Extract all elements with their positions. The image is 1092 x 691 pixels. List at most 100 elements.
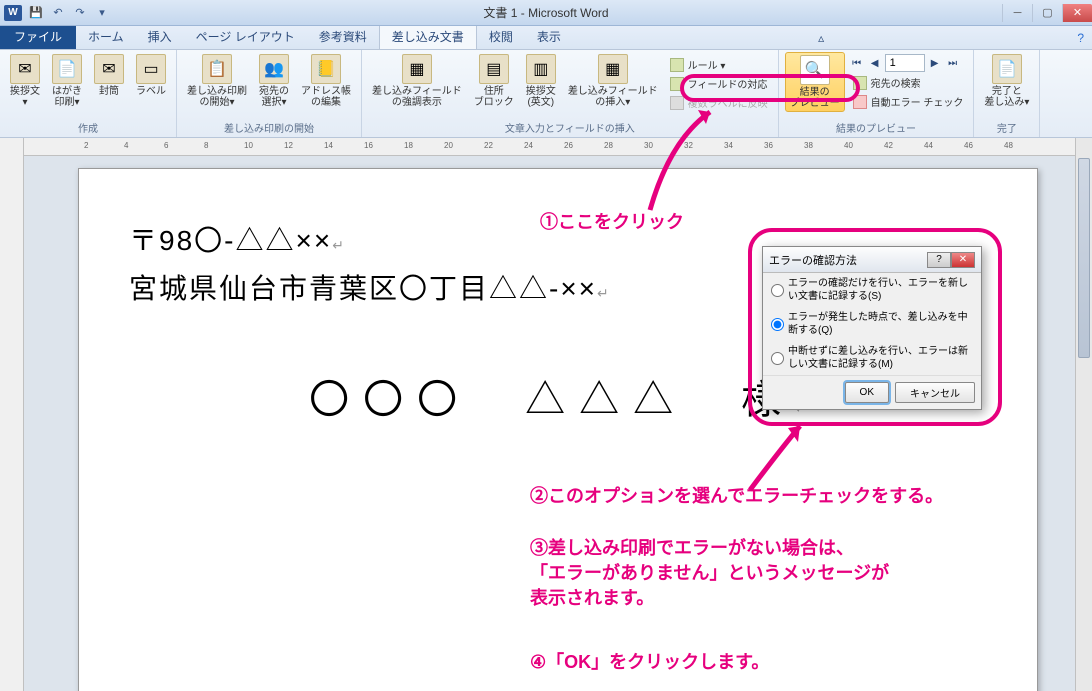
redo-icon[interactable]: ↷ [70,4,90,22]
maximize-button[interactable]: ▢ [1032,4,1062,22]
envelope-button[interactable]: ✉封筒 [90,52,128,99]
tab-layout[interactable]: ページ レイアウト [184,24,307,49]
tab-file[interactable]: ファイル [0,24,76,49]
greeting-button[interactable]: ✉挨拶文 ▾ [6,52,44,110]
ruler-tick: 36 [764,141,773,150]
qat-dropdown-icon[interactable]: ▾ [92,4,112,22]
dialog-titlebar: エラーの確認方法 ? ✕ [763,247,981,273]
address-icon: ▤ [479,54,509,84]
edit-list-icon: 📒 [311,54,341,84]
horizontal-ruler: 2468101214161820222426283032343638404244… [24,138,1092,156]
tab-home[interactable]: ホーム [76,24,136,49]
ruler-tick: 24 [524,141,533,150]
record-nav: ⏮ ◀ ▶ ⏭ [849,54,968,72]
insert-field-icon: ▦ [598,54,628,84]
tab-mailings[interactable]: 差し込み文書 [379,23,477,49]
ruler-tick: 2 [84,141,88,150]
ruler-tick: 40 [844,141,853,150]
next-record-button[interactable]: ▶ [927,54,943,72]
error-check-dialog: エラーの確認方法 ? ✕ エラーの確認だけを行い、エラーを新しい文書に記録する(… [762,246,982,410]
dialog-option-3[interactable]: 中断せずに差し込みを行い、エラーは新しい文書に記録する(M) [763,341,981,375]
radio-option-1[interactable] [771,278,784,303]
dialog-option-2[interactable]: エラーが発生した時点で、差し込みを中断する(Q) [763,307,981,341]
help-icon[interactable]: ? [1069,27,1092,49]
quick-access-toolbar: 💾 ↶ ↷ ▾ [26,4,112,22]
dialog-close-button[interactable]: ✕ [951,252,975,268]
vertical-scrollbar[interactable] [1075,138,1092,691]
start-merge-button[interactable]: 📋差し込み印刷 の開始▾ [183,52,251,110]
tab-view[interactable]: 表示 [525,24,573,49]
annotation-1: ①ここをクリック [540,210,684,235]
last-record-button[interactable]: ⏭ [945,54,961,72]
first-record-button[interactable]: ⏮ [849,54,865,72]
dialog-cancel-button[interactable]: キャンセル [895,382,975,403]
finish-icon: 📄 [992,54,1022,84]
ruler-tick: 18 [404,141,413,150]
group-label-finish: 完了 [980,119,1033,137]
save-icon[interactable]: 💾 [26,4,46,22]
ribbon-tabs: ファイル ホーム 挿入 ページ レイアウト 参考資料 差し込み文書 校閲 表示 … [0,26,1092,50]
highlight-fields-button[interactable]: ▦差し込みフィールド の強調表示 [368,52,466,110]
group-label-create: 作成 [6,119,170,137]
start-merge-icon: 📋 [202,54,232,84]
close-button[interactable]: ✕ [1062,4,1092,22]
titlebar: W 💾 ↶ ↷ ▾ 文書 1 - Microsoft Word ─ ▢ ✕ [0,0,1092,26]
greeting-line-icon: ▥ [526,54,556,84]
radio-option-3[interactable] [771,346,784,371]
scrollbar-thumb[interactable] [1078,158,1090,358]
ruler-tick: 10 [244,141,253,150]
ruler-tick: 48 [1004,141,1013,150]
annotation-4: ④「OK」をクリックします。 [530,650,769,675]
group-label-preview: 結果のプレビュー [785,119,968,137]
ruler-tick: 28 [604,141,613,150]
auto-check-errors-button[interactable]: 自動エラー チェック [849,93,968,110]
recipients-icon: 👥 [259,54,289,84]
ruler-tick: 14 [324,141,333,150]
group-label-start: 差し込み印刷の開始 [183,119,355,137]
record-number-input[interactable] [885,54,925,72]
label-icon: ▭ [136,54,166,84]
label-button[interactable]: ▭ラベル [132,52,170,99]
minimize-button[interactable]: ─ [1002,4,1032,22]
group-start: 📋差し込み印刷 の開始▾ 👥宛先の 選択▾ 📒アドレス帳 の編集 差し込み印刷の… [177,50,362,137]
tab-references[interactable]: 参考資料 [307,24,379,49]
tab-review[interactable]: 校閲 [477,24,525,49]
greeting-icon: ✉ [10,54,40,84]
tab-insert[interactable]: 挿入 [136,24,184,49]
vertical-ruler [0,138,24,691]
ruler-tick: 6 [164,141,168,150]
postcard-button[interactable]: 📄はがき 印刷▾ [48,52,86,110]
dialog-help-button[interactable]: ? [927,252,951,268]
undo-icon[interactable]: ↶ [48,4,68,22]
annotation-arrow-1 [640,100,730,220]
greeting-line-button[interactable]: ▥挨拶文 (英文) [522,52,560,110]
rules-button[interactable]: ルール ▾ [666,56,772,73]
select-recipients-button[interactable]: 👥宛先の 選択▾ [255,52,293,110]
envelope-icon: ✉ [94,54,124,84]
finish-merge-button[interactable]: 📄完了と 差し込み▾ [980,52,1033,110]
highlight-icon: ▦ [402,54,432,84]
window-title: 文書 1 - Microsoft Word [483,4,608,21]
annotation-ring-button [680,74,860,102]
ruler-tick: 8 [204,141,208,150]
annotation-3: ③差し込み印刷でエラーがない場合は、 「エラーがありません」というメッセージが … [530,536,889,612]
dialog-option-1[interactable]: エラーの確認だけを行い、エラーを新しい文書に記録する(S) [763,273,981,307]
edit-list-button[interactable]: 📒アドレス帳 の編集 [297,52,355,110]
ruler-tick: 26 [564,141,573,150]
address-block-button[interactable]: ▤住所 ブロック [470,52,518,110]
word-icon: W [4,5,22,21]
ruler-tick: 22 [484,141,493,150]
annotation-2: ②このオプションを選んでエラーチェックをする。 [530,484,943,509]
ruler-tick: 4 [124,141,128,150]
ribbon: ✉挨拶文 ▾ 📄はがき 印刷▾ ✉封筒 ▭ラベル 作成 📋差し込み印刷 の開始▾… [0,50,1092,138]
postcard-icon: 📄 [52,54,82,84]
rules-icon [670,58,684,72]
dialog-ok-button[interactable]: OK [845,382,889,403]
ruler-tick: 42 [884,141,893,150]
ribbon-minimize-icon[interactable]: ▵ [810,27,832,49]
dialog-title: エラーの確認方法 [769,252,857,268]
group-create: ✉挨拶文 ▾ 📄はがき 印刷▾ ✉封筒 ▭ラベル 作成 [0,50,177,137]
radio-option-2[interactable] [771,312,784,337]
prev-record-button[interactable]: ◀ [867,54,883,72]
find-recipient-button[interactable]: 宛先の検索 [849,74,968,91]
